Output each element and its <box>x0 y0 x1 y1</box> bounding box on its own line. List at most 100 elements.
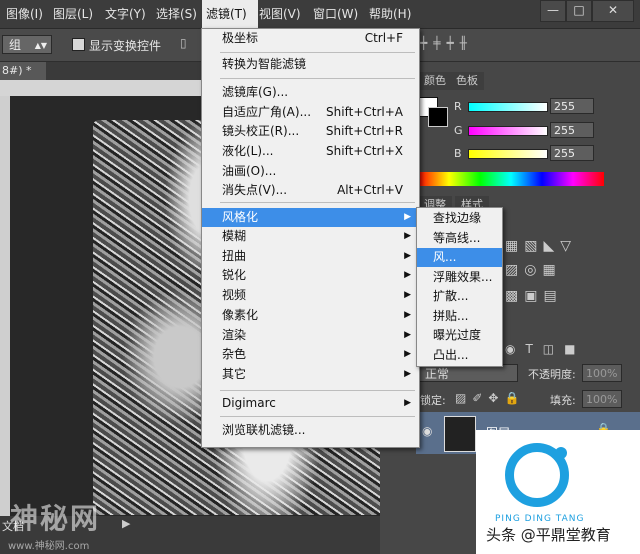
brand-logo-dot <box>555 447 567 459</box>
filter-menu-item[interactable]: 浏览联机滤镜... <box>202 421 419 440</box>
menu-separator <box>220 390 415 391</box>
fill-label: 填充: <box>550 394 576 407</box>
submenu-arrow-icon: ▶ <box>404 251 411 261</box>
filter-menu-item-label: 自适应广角(A)... <box>222 105 312 119</box>
filter-menu-item[interactable]: 锐化 ▶ <box>202 266 419 285</box>
filter-menu-item[interactable]: 消失点(V)... Alt+Ctrl+V <box>202 181 419 200</box>
opacity-label: 不透明度: <box>528 368 576 381</box>
adjustment-icons-row1[interactable]: ▦▧◣▽ <box>505 238 577 254</box>
visibility-eye-icon[interactable]: ◉ <box>422 424 432 438</box>
submenu-arrow-icon: ▶ <box>404 349 411 359</box>
filter-menu-item-shortcut: Shift+Ctrl+X <box>326 144 403 158</box>
filter-menu-item[interactable]: 液化(L)... Shift+Ctrl+X <box>202 142 419 161</box>
status-arrow-icon[interactable]: ▶ <box>122 517 130 530</box>
watermark-brand: 头条 @平鼎堂教育 <box>486 526 611 544</box>
stylize-submenu-item[interactable]: 等高线... <box>417 229 502 248</box>
menu-bar: 图像(I) 图层(L) 文字(Y) 选择(S) 滤镜(T) 视图(V) 窗口(W… <box>0 0 640 29</box>
filter-menu-item-label: 极坐标 <box>222 31 259 45</box>
filter-menu-item-label: 杂色 <box>222 347 247 361</box>
adjustment-icons-row2[interactable]: ▨◎▦ <box>505 262 562 278</box>
background-color-swatch[interactable] <box>428 107 448 127</box>
stylize-submenu-item[interactable]: 曝光过度 <box>417 326 502 345</box>
filter-menu-item[interactable]: 极坐标 Ctrl+F <box>202 29 419 48</box>
menu-help[interactable]: 帮助(H) <box>365 0 415 28</box>
close-button[interactable]: ✕ <box>592 0 634 22</box>
filter-menu-item[interactable]: 自适应广角(A)... Shift+Ctrl+A <box>202 103 419 122</box>
menu-filter[interactable]: 滤镜(T) <box>202 0 258 28</box>
filter-menu-item-label: Digimarc <box>222 396 276 410</box>
tab-swatches[interactable]: 色板 <box>450 72 484 90</box>
filter-menu-item-label: 液化(L)... <box>222 144 274 158</box>
channel-g-slider[interactable] <box>468 126 548 136</box>
stylize-submenu-item-label: 查找边缘 <box>433 211 482 225</box>
filter-menu-item[interactable]: 扭曲 ▶ <box>202 247 419 266</box>
filter-menu-item-label: 风格化 <box>222 210 259 224</box>
align-icon[interactable]: ▯ <box>180 36 187 50</box>
filter-menu-item-label: 其它 <box>222 367 247 381</box>
filter-menu-item[interactable]: 油画(O)... <box>202 162 419 181</box>
fill-input[interactable]: 100% <box>582 390 622 408</box>
vertical-ruler <box>0 96 10 516</box>
lock-label: 锁定: <box>420 394 446 407</box>
filter-menu-item-label: 渲染 <box>222 328 247 342</box>
menu-select[interactable]: 选择(S) <box>152 0 201 28</box>
filter-menu-item-label: 滤镜库(G)... <box>222 85 289 99</box>
stylize-submenu-item[interactable]: 拼贴... <box>417 307 502 326</box>
distribute-icons[interactable]: ┿╪┿╫ <box>420 36 473 50</box>
show-transform-checkbox[interactable] <box>72 38 85 51</box>
filter-menu-item[interactable]: 风格化 ▶ <box>202 208 419 227</box>
filter-menu-item-label: 消失点(V)... <box>222 183 288 197</box>
channel-r-slider[interactable] <box>468 102 548 112</box>
channel-b-label: B <box>454 147 462 160</box>
tab-color[interactable]: 颜色 <box>418 72 452 90</box>
maximize-button[interactable]: □ <box>566 0 592 22</box>
menu-layer[interactable]: 图层(L) <box>49 0 97 28</box>
filter-menu-item-shortcut: Shift+Ctrl+R <box>325 124 403 138</box>
filter-menu: 极坐标 Ctrl+F 转换为智能滤镜滤镜库(G)... 自适应广角(A)... Shif… <box>201 28 420 448</box>
filter-menu-item[interactable]: 转换为智能滤镜 <box>202 55 419 74</box>
minimize-button[interactable]: — <box>540 0 566 22</box>
layer-filter-icons[interactable]: ◉T◫■ <box>505 342 585 356</box>
submenu-arrow-icon: ▶ <box>404 369 411 379</box>
auto-select-dropdown[interactable]: 组 ▲▼ <box>2 35 52 54</box>
stylize-submenu-item[interactable]: 浮雕效果... <box>417 268 502 287</box>
stylize-submenu-item[interactable]: 凸出... <box>417 346 502 365</box>
filter-menu-item-shortcut: Alt+Ctrl+V <box>337 183 403 197</box>
opacity-input[interactable]: 100% <box>582 364 622 382</box>
menu-separator <box>220 78 415 79</box>
menu-image[interactable]: 图像(I) <box>2 0 47 28</box>
document-tab[interactable]: 8#) * × <box>0 62 46 95</box>
filter-menu-item[interactable]: 渲染 ▶ <box>202 326 419 345</box>
filter-menu-item-label: 镜头校正(R)... <box>222 124 300 138</box>
stylize-submenu-item-label: 拼贴... <box>433 308 469 323</box>
channel-b-value[interactable]: 255 <box>550 145 594 161</box>
stylize-submenu-item[interactable]: 查找边缘 <box>417 209 502 228</box>
channel-r-value[interactable]: 255 <box>550 98 594 114</box>
menu-type[interactable]: 文字(Y) <box>101 0 150 28</box>
color-spectrum[interactable] <box>418 172 604 186</box>
filter-menu-item[interactable]: 杂色 ▶ <box>202 345 419 364</box>
filter-menu-item[interactable]: 滤镜库(G)... <box>202 83 419 102</box>
adjustment-icons-row3[interactable]: ▩▣▤ <box>505 288 563 304</box>
filter-menu-item[interactable]: Digimarc ▶ <box>202 394 419 413</box>
submenu-arrow-icon: ▶ <box>404 330 411 340</box>
submenu-arrow-icon: ▶ <box>404 290 411 300</box>
filter-menu-item[interactable]: 模糊 ▶ <box>202 227 419 246</box>
channel-b-slider[interactable] <box>468 149 548 159</box>
submenu-arrow-icon: ▶ <box>404 270 411 280</box>
stylize-submenu-item[interactable]: 扩散... <box>417 287 502 306</box>
menu-view[interactable]: 视图(V) <box>255 0 305 28</box>
channel-g-value[interactable]: 255 <box>550 122 594 138</box>
menu-separator <box>220 52 415 53</box>
stylize-submenu-item-label: 风... <box>433 250 457 264</box>
filter-menu-item[interactable]: 镜头校正(R)... Shift+Ctrl+R <box>202 122 419 141</box>
filter-menu-item[interactable]: 像素化 ▶ <box>202 306 419 325</box>
filter-menu-item-shortcut: Shift+Ctrl+A <box>326 105 403 119</box>
menu-window[interactable]: 窗口(W) <box>309 0 362 28</box>
filter-menu-item[interactable]: 其它 ▶ <box>202 365 419 384</box>
submenu-arrow-icon: ▶ <box>404 231 411 241</box>
filter-menu-item[interactable]: 视频 ▶ <box>202 286 419 305</box>
layer-thumbnail <box>444 416 476 452</box>
stylize-submenu-item[interactable]: 风... <box>417 248 502 267</box>
lock-icons[interactable]: ▨✐✥🔒 <box>455 391 525 405</box>
